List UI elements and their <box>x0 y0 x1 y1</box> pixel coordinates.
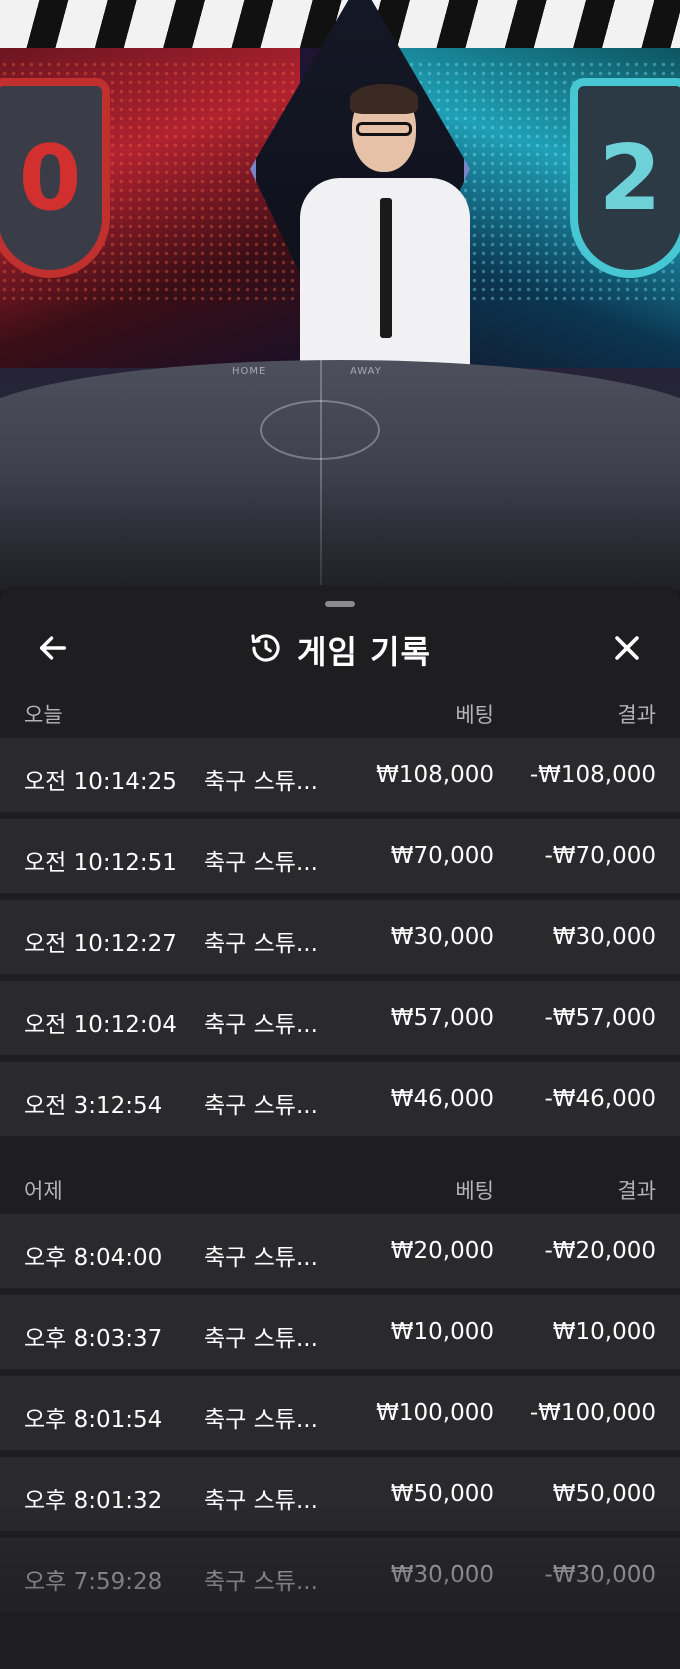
row-result: -₩100,000 <box>529 1400 656 1426</box>
back-button[interactable] <box>30 627 76 673</box>
history-row[interactable]: 오전 10:12:51 축구 스튜... ₩70,000 -₩70,000 <box>0 819 680 893</box>
dealer-hair <box>350 84 418 114</box>
row-time: 오전 10:12:27 <box>24 931 177 957</box>
row-time: 오전 10:14:25 <box>24 769 177 795</box>
sheet-header: 게임 기록 <box>0 615 680 685</box>
row-game: 축구 스튜... <box>204 1326 318 1352</box>
row-result: ₩30,000 <box>552 924 656 950</box>
row-game: 축구 스튜... <box>204 931 318 957</box>
sheet-grabber[interactable] <box>325 601 355 607</box>
row-game: 축구 스튜... <box>204 850 318 876</box>
history-icon <box>249 631 283 669</box>
arrow-left-icon <box>36 631 70 669</box>
dealer <box>300 84 470 390</box>
row-time: 오후 8:03:37 <box>24 1326 163 1352</box>
row-time: 오전 10:12:04 <box>24 1012 177 1038</box>
bet-column-header: 베팅 <box>455 1179 494 1203</box>
title-group: 게임 기록 <box>0 615 680 685</box>
row-result: ₩50,000 <box>552 1481 656 1507</box>
history-row[interactable]: 오전 10:14:25 축구 스튜... ₩108,000 -₩108,000 <box>0 738 680 812</box>
history-row[interactable]: 오후 7:59:28 축구 스튜... ₩30,000 -₩30,000 <box>0 1538 680 1612</box>
away-score: 2 <box>598 126 662 231</box>
history-row[interactable]: 오후 8:04:00 축구 스튜... ₩20,000 -₩20,000 <box>0 1214 680 1288</box>
row-result: -₩20,000 <box>544 1238 656 1264</box>
row-bet: ₩100,000 <box>376 1400 494 1426</box>
game-history-sheet: 게임 기록 오늘 베팅 결과 오전 10:14:25 축구 스튜... ₩108… <box>0 585 680 1669</box>
row-bet: ₩30,000 <box>390 924 494 950</box>
history-row[interactable]: 오전 10:12:27 축구 스튜... ₩30,000 ₩30,000 <box>0 900 680 974</box>
row-time: 오후 8:04:00 <box>24 1245 163 1271</box>
row-game: 축구 스튜... <box>204 1569 318 1595</box>
history-row[interactable]: 오후 8:01:32 축구 스튜... ₩50,000 ₩50,000 <box>0 1457 680 1531</box>
table-away-label: AWAY <box>350 366 382 377</box>
row-bet: ₩30,000 <box>390 1562 494 1588</box>
section-today-label: 오늘 <box>24 703 63 727</box>
section-yesterday-header: 어제 베팅 결과 <box>0 1163 680 1211</box>
row-game: 축구 스튜... <box>204 1245 318 1271</box>
close-icon <box>610 631 644 669</box>
row-game: 축구 스튜... <box>204 769 318 795</box>
home-score-shield: 0 <box>0 78 110 278</box>
section-today-header: 오늘 베팅 결과 <box>0 687 680 735</box>
row-time: 오후 8:01:32 <box>24 1488 163 1514</box>
row-game: 축구 스튜... <box>204 1012 318 1038</box>
page-title: 게임 기록 <box>297 633 431 671</box>
row-bet: ₩108,000 <box>376 762 494 788</box>
row-result: -₩70,000 <box>544 843 656 869</box>
row-bet: ₩20,000 <box>390 1238 494 1264</box>
dealer-glasses <box>356 122 412 136</box>
bet-column-header: 베팅 <box>455 703 494 727</box>
history-row[interactable]: 오후 8:03:37 축구 스튜... ₩10,000 ₩10,000 <box>0 1295 680 1369</box>
away-score-shield: 2 <box>570 78 680 278</box>
row-time: 오전 3:12:54 <box>24 1093 163 1119</box>
table-center-circle <box>260 400 380 460</box>
section-yesterday-label: 어제 <box>24 1179 63 1203</box>
row-result: -₩108,000 <box>529 762 656 788</box>
history-row[interactable]: 오후 8:01:54 축구 스튜... ₩100,000 -₩100,000 <box>0 1376 680 1450</box>
row-bet: ₩70,000 <box>390 843 494 869</box>
history-row[interactable]: 오전 3:12:54 축구 스튜... ₩46,000 -₩46,000 <box>0 1062 680 1136</box>
row-time: 오후 7:59:28 <box>24 1569 163 1595</box>
row-result: -₩30,000 <box>544 1562 656 1588</box>
row-time: 오전 10:12:51 <box>24 850 177 876</box>
row-result: -₩46,000 <box>544 1086 656 1112</box>
row-time: 오후 8:01:54 <box>24 1407 163 1433</box>
row-result: ₩10,000 <box>552 1319 656 1345</box>
dealer-tie <box>380 198 392 338</box>
row-game: 축구 스튜... <box>204 1407 318 1433</box>
result-column-header: 결과 <box>617 1179 656 1203</box>
live-video: 0 2 HOME AWAY <box>0 0 680 590</box>
row-game: 축구 스튜... <box>204 1488 318 1514</box>
result-column-header: 결과 <box>617 703 656 727</box>
video-fade <box>0 470 680 590</box>
history-row[interactable]: 오전 10:12:04 축구 스튜... ₩57,000 -₩57,000 <box>0 981 680 1055</box>
row-game: 축구 스튜... <box>204 1093 318 1119</box>
row-bet: ₩50,000 <box>390 1481 494 1507</box>
close-button[interactable] <box>604 627 650 673</box>
row-result: -₩57,000 <box>544 1005 656 1031</box>
home-score: 0 <box>18 126 82 231</box>
table-home-label: HOME <box>232 366 267 377</box>
row-bet: ₩46,000 <box>390 1086 494 1112</box>
row-bet: ₩10,000 <box>390 1319 494 1345</box>
row-bet: ₩57,000 <box>390 1005 494 1031</box>
